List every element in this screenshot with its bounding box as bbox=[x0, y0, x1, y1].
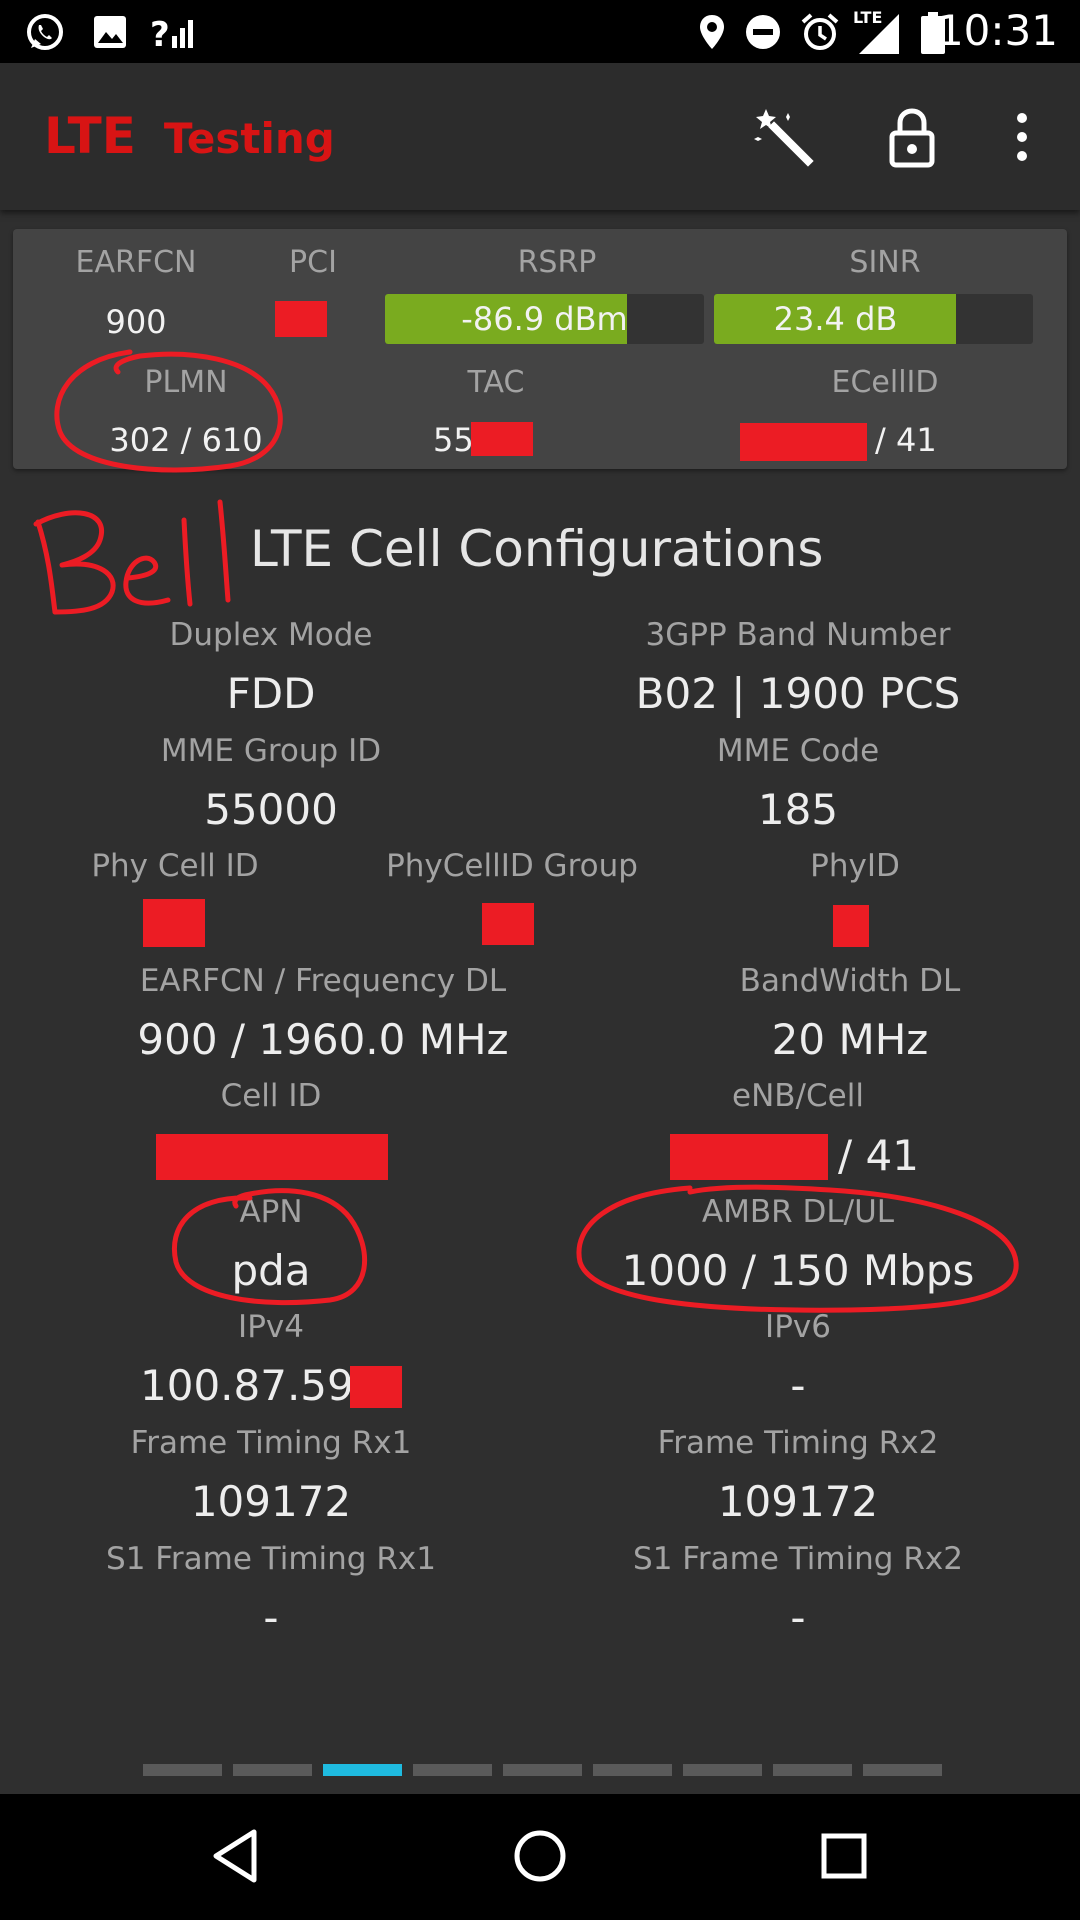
app-title-lte: LTE bbox=[44, 107, 136, 165]
ipv6-value: - bbox=[790, 1361, 806, 1410]
alarm-icon bbox=[800, 12, 840, 52]
svg-text:?: ? bbox=[150, 15, 170, 52]
earfcn-value: 900 bbox=[105, 303, 167, 341]
magic-wand-icon[interactable] bbox=[752, 105, 816, 169]
mme-group-id-value: 55000 bbox=[204, 785, 338, 834]
phy-cell-id-label: Phy Cell ID bbox=[91, 848, 259, 884]
ambr-label: AMBR DL/UL bbox=[701, 1194, 895, 1230]
cell-id-label: Cell ID bbox=[220, 1078, 322, 1114]
ecellid-redaction bbox=[740, 423, 867, 461]
band-value: B02 | 1900 PCS bbox=[635, 669, 961, 718]
cell-id-redaction bbox=[156, 1134, 388, 1180]
rsrp-label: RSRP bbox=[517, 245, 597, 280]
enb-cell-suffix: / 41 bbox=[838, 1131, 919, 1180]
ipv4-redaction bbox=[350, 1366, 402, 1408]
apn-value: pda bbox=[231, 1246, 311, 1295]
clock: 10:31 bbox=[936, 6, 1058, 55]
pci-redaction bbox=[275, 301, 327, 337]
location-icon bbox=[692, 12, 732, 52]
page-indicator-segment[interactable] bbox=[143, 1764, 222, 1776]
rsrp-meter: -86.9 dBm bbox=[385, 294, 704, 344]
sinr-label: SINR bbox=[849, 245, 921, 280]
page-indicator-segment[interactable] bbox=[413, 1764, 492, 1776]
frame-timing-rx1-label: Frame Timing Rx1 bbox=[130, 1425, 412, 1461]
tac-redaction bbox=[471, 422, 533, 456]
sinr-meter: 23.4 dB bbox=[714, 294, 1033, 344]
phy-cell-id-redaction bbox=[143, 899, 205, 947]
summary-panel: EARFCN 900 PCI RSRP -86.9 dBm SINR 23.4 … bbox=[13, 229, 1067, 469]
duplex-mode-label: Duplex Mode bbox=[169, 617, 373, 653]
whatsapp-icon bbox=[25, 12, 65, 52]
apn-label: APN bbox=[239, 1194, 303, 1230]
signal-unknown-icon: ? bbox=[150, 12, 196, 52]
bandwidth-value: 20 MHz bbox=[771, 1015, 929, 1064]
app-title-testing: Testing bbox=[163, 114, 335, 163]
lte-signal-icon: LTE bbox=[853, 8, 901, 54]
more-vert-icon[interactable] bbox=[990, 105, 1054, 169]
ecellid-label: ECellID bbox=[831, 365, 939, 400]
frame-timing-rx2-value: 109172 bbox=[717, 1477, 879, 1526]
frame-timing-rx2-label: Frame Timing Rx2 bbox=[657, 1425, 939, 1461]
section-title: LTE Cell Configurations bbox=[250, 520, 824, 578]
bandwidth-label: BandWidth DL bbox=[739, 963, 961, 999]
plmn-label: PLMN bbox=[144, 365, 228, 400]
enb-cell-redaction bbox=[670, 1134, 828, 1180]
rsrp-value: -86.9 dBm bbox=[461, 300, 628, 338]
page-indicator-segment[interactable] bbox=[683, 1764, 762, 1776]
back-icon[interactable] bbox=[204, 1824, 268, 1888]
s1-frame-timing-rx1-value: - bbox=[263, 1593, 279, 1642]
navigation-bar bbox=[0, 1794, 1080, 1920]
recents-icon[interactable] bbox=[812, 1824, 876, 1888]
ecellid-suffix: / 41 bbox=[875, 421, 937, 459]
ambr-value: 1000 / 150 Mbps bbox=[621, 1246, 975, 1295]
duplex-mode-value: FDD bbox=[226, 669, 316, 718]
bell-handwriting-annotation bbox=[33, 499, 231, 615]
sinr-value: 23.4 dB bbox=[773, 300, 898, 338]
app-title: LTE Testing bbox=[44, 107, 335, 165]
page-indicator-segment[interactable] bbox=[773, 1764, 852, 1776]
page-indicator-segment[interactable] bbox=[323, 1764, 402, 1776]
page-indicator-segment[interactable] bbox=[233, 1764, 312, 1776]
enb-cell-label: eNB/Cell bbox=[732, 1078, 864, 1114]
page-indicator bbox=[143, 1764, 942, 1776]
frame-timing-rx1-value: 109172 bbox=[190, 1477, 352, 1526]
mme-code-value: 185 bbox=[757, 785, 839, 834]
phycellid-group-label: PhyCellID Group bbox=[386, 848, 638, 884]
phycellid-group-redaction bbox=[482, 903, 534, 945]
phyid-redaction bbox=[833, 905, 869, 947]
status-bar: ? LTE 10:31 bbox=[0, 0, 1080, 63]
s1-frame-timing-rx2-value: - bbox=[790, 1593, 806, 1642]
lock-icon[interactable] bbox=[880, 105, 944, 169]
home-icon[interactable] bbox=[508, 1824, 572, 1888]
ipv6-label: IPv6 bbox=[765, 1309, 831, 1345]
tac-label: TAC bbox=[467, 365, 525, 400]
s1-frame-timing-rx2-label: S1 Frame Timing Rx2 bbox=[633, 1541, 963, 1577]
pci-label: PCI bbox=[289, 245, 337, 280]
plmn-value: 302 / 610 bbox=[109, 421, 263, 459]
page-indicator-segment[interactable] bbox=[593, 1764, 672, 1776]
earfcn-frequency-value: 900 / 1960.0 MHz bbox=[137, 1015, 509, 1064]
earfcn-frequency-label: EARFCN / Frequency DL bbox=[139, 963, 507, 999]
app-bar: LTE Testing bbox=[0, 63, 1080, 210]
mme-code-label: MME Code bbox=[716, 733, 880, 769]
ipv4-label: IPv4 bbox=[238, 1309, 304, 1345]
phyid-label: PhyID bbox=[810, 848, 900, 884]
earfcn-label: EARFCN bbox=[75, 245, 197, 280]
image-icon bbox=[90, 12, 130, 52]
page-indicator-segment[interactable] bbox=[863, 1764, 942, 1776]
page-indicator-segment[interactable] bbox=[503, 1764, 582, 1776]
s1-frame-timing-rx1-label: S1 Frame Timing Rx1 bbox=[106, 1541, 436, 1577]
ipv4-value: 100.87.59. bbox=[140, 1361, 368, 1410]
lte-badge: LTE bbox=[853, 8, 883, 27]
band-label: 3GPP Band Number bbox=[645, 617, 951, 653]
mme-group-id-label: MME Group ID bbox=[160, 733, 382, 769]
dnd-icon bbox=[743, 12, 783, 52]
